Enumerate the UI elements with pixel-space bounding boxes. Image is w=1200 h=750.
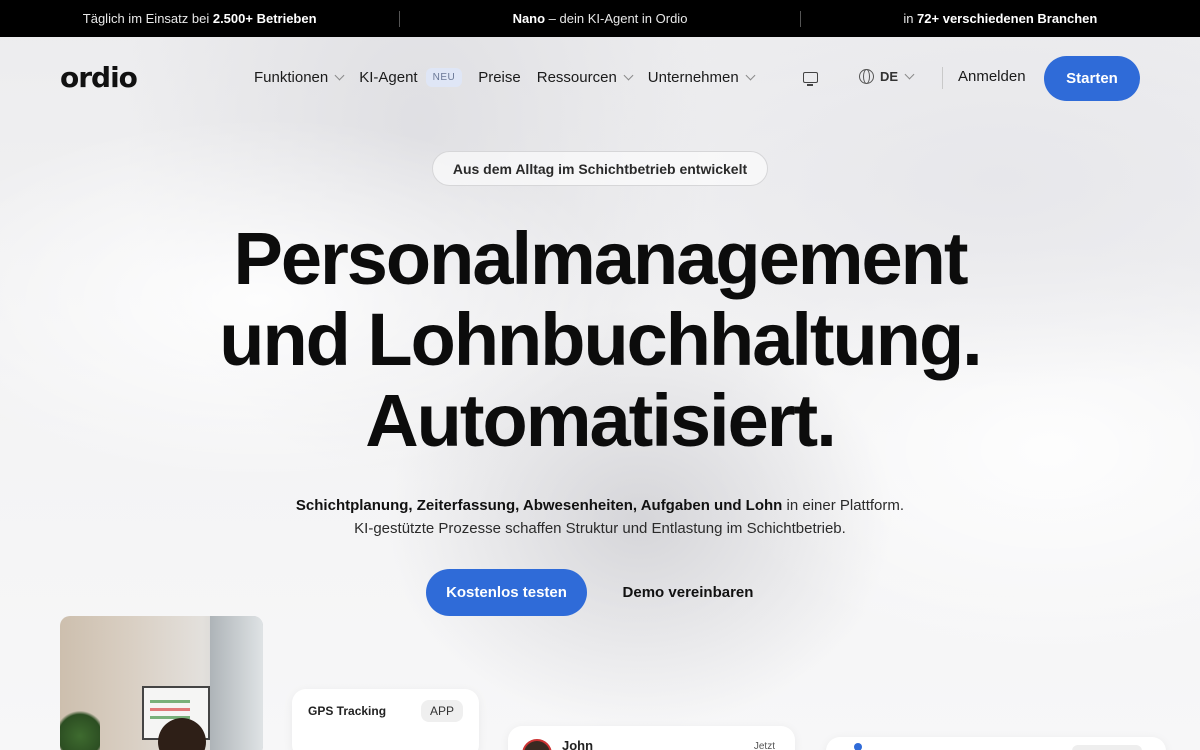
book-demo-button[interactable]: Demo vereinbaren [607,569,769,616]
placeholder-chip [1072,745,1142,750]
app-badge: APP [420,700,463,722]
nav-item-unternehmen[interactable]: Unternehmen [647,69,756,86]
nav-item-label: Preise [478,69,521,86]
language-label: DE [880,69,899,84]
chevron-down-icon [904,69,915,80]
headline-line: und Lohnbuchhaltung. [219,298,982,381]
nav-item-label: Funktionen [254,69,329,86]
chevron-down-icon [334,70,345,81]
hero-subtitle: Schichtplanung, Zeiterfassung, Abwesenhe… [285,494,915,540]
announcement-text: in [903,11,918,26]
nav-item-preise[interactable]: Preise [478,69,521,86]
announcement-businesses: Täglich im Einsatz bei 2.500+ Betrieben [0,11,399,26]
announcement-highlight: 2.500+ Betrieben [212,11,317,26]
announcement-industries: in 72+ verschiedenen Branchen [801,11,1200,26]
announcement-text: Täglich im Einsatz bei [82,11,213,26]
announcement-highlight: 72+ verschiedenen Branchen [917,11,1098,26]
globe-icon [859,69,874,84]
login-link[interactable]: Anmelden [958,68,1026,85]
status-dot [854,743,862,750]
gps-tracking-card: GPS Tracking APP [292,689,479,750]
language-selector[interactable]: DE [859,69,915,84]
announcement-highlight: Nano [512,11,546,26]
start-button[interactable]: Starten [1044,56,1140,101]
announcement-bar: Täglich im Einsatz bei 2.500+ Betrieben … [0,0,1200,37]
monitor-icon[interactable] [803,72,818,86]
employee-name: John [562,738,594,750]
employee-photo-card [60,616,263,750]
activity-time: Jetzt [753,741,775,750]
subtitle-highlight: Schichtplanung, Zeiterfassung, Abwesenhe… [295,497,783,514]
free-trial-button[interactable]: Kostenlos testen [426,569,587,616]
card-title: GPS Tracking [308,704,387,718]
nav-item-ki-agent[interactable]: KI-Agent NEU [359,68,463,87]
new-badge: NEU [425,68,463,87]
chevron-down-icon [745,70,756,81]
nav-item-label: KI-Agent [359,69,418,86]
main-navigation: ordio Funktionen KI-Agent NEU Preise Res… [0,37,1200,119]
headline-line: Automatisiert. [365,379,837,462]
hero-tagline-pill: Aus dem Alltag im Schichtbetrieb entwick… [432,151,768,186]
avatar [522,739,552,750]
headline-line: Personalmanagement [233,217,968,300]
nav-item-label: Unternehmen [647,69,739,86]
nav-item-funktionen[interactable]: Funktionen [254,69,345,86]
photo-plant [60,706,100,750]
preview-card [826,737,1166,750]
announcement-nano[interactable]: Nano – dein KI-Agent in Ordio [400,11,799,26]
logo[interactable]: ordio [60,61,138,94]
chevron-down-icon [623,70,634,81]
board-line [150,700,190,703]
nav-item-ressourcen[interactable]: Ressourcen [536,69,634,86]
hero-headline: Personalmanagement und Lohnbuchhaltung. … [0,218,1200,461]
photo-window [210,616,263,750]
announcement-text: – dein KI-Agent in Ordio [545,11,688,26]
nav-menu: Funktionen KI-Agent NEU Preise Ressource… [254,68,770,87]
divider [942,67,943,89]
board-line [150,708,190,711]
nav-item-label: Ressourcen [536,69,617,86]
employee-activity-card: John Jetzt [508,726,795,750]
